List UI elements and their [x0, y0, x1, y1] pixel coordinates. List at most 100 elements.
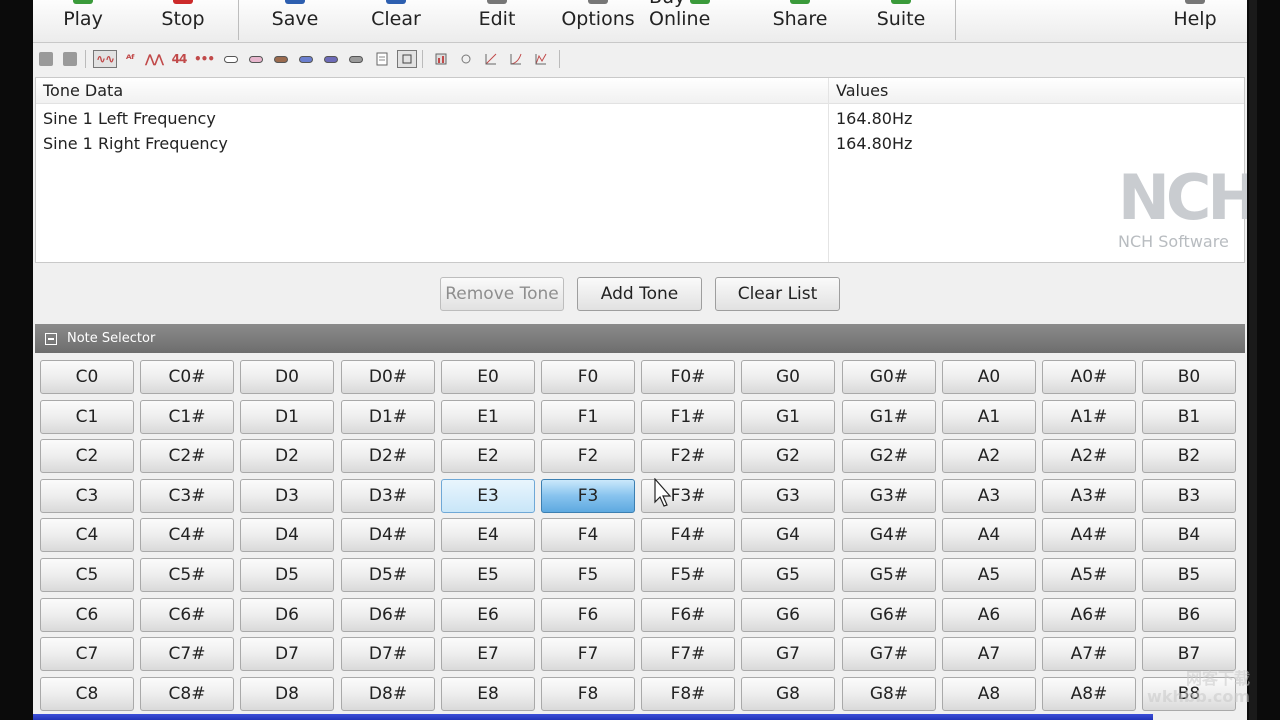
note-button[interactable]: D7: [240, 637, 334, 671]
white-noise-icon[interactable]: [221, 50, 241, 68]
note-button[interactable]: F2: [541, 439, 635, 473]
frame-icon[interactable]: [397, 50, 417, 68]
note-button[interactable]: C8: [40, 677, 134, 711]
note-button[interactable]: D8: [240, 677, 334, 711]
note-button[interactable]: B2: [1142, 439, 1236, 473]
save-button[interactable]: Save: [245, 0, 345, 42]
note-button[interactable]: C3: [40, 479, 134, 513]
note-button[interactable]: D6#: [341, 598, 435, 632]
note-button[interactable]: A4: [942, 518, 1036, 552]
note-button[interactable]: A1#: [1042, 400, 1136, 434]
note-button[interactable]: C4: [40, 518, 134, 552]
grey-noise-icon[interactable]: [346, 50, 366, 68]
note-button[interactable]: F4#: [641, 518, 735, 552]
note-button[interactable]: C0#: [140, 360, 234, 394]
note-button[interactable]: E6: [441, 598, 535, 632]
edit-button[interactable]: Edit: [447, 0, 547, 42]
note-button[interactable]: A0: [942, 360, 1036, 394]
square-wave-icon[interactable]: 44: [169, 50, 189, 68]
note-button[interactable]: D3#: [341, 479, 435, 513]
note-button[interactable]: F7#: [641, 637, 735, 671]
tone-data-header[interactable]: Tone Data: [36, 78, 828, 104]
tone-row-label[interactable]: Sine 1 Right Frequency: [36, 131, 828, 156]
chart-icon[interactable]: [431, 50, 451, 68]
note-button[interactable]: A3: [942, 479, 1036, 513]
note-button[interactable]: B5: [1142, 558, 1236, 592]
note-button[interactable]: A6#: [1042, 598, 1136, 632]
note-button[interactable]: G5#: [842, 558, 936, 592]
note-button[interactable]: D5#: [341, 558, 435, 592]
note-button[interactable]: G1#: [842, 400, 936, 434]
note-button[interactable]: G8: [741, 677, 835, 711]
tone-row-value[interactable]: 164.80Hz: [829, 131, 1244, 156]
note-button[interactable]: F1: [541, 400, 635, 434]
brown-noise-icon[interactable]: [271, 50, 291, 68]
pulse-wave-icon[interactable]: •••: [194, 50, 215, 68]
note-button[interactable]: D5: [240, 558, 334, 592]
note-button[interactable]: C6#: [140, 598, 234, 632]
note-button[interactable]: A5: [942, 558, 1036, 592]
document-icon[interactable]: [372, 50, 392, 68]
stop-button[interactable]: Stop: [133, 0, 233, 42]
note-button[interactable]: E0: [441, 360, 535, 394]
note-button[interactable]: A7: [942, 637, 1036, 671]
note-button[interactable]: D6: [240, 598, 334, 632]
suite-button[interactable]: Suite: [851, 0, 951, 42]
tone-row-value[interactable]: 164.80Hz: [829, 106, 1244, 131]
note-button[interactable]: C7#: [140, 637, 234, 671]
note-button[interactable]: B7: [1142, 637, 1236, 671]
violet-noise-icon[interactable]: [321, 50, 341, 68]
note-button[interactable]: D2#: [341, 439, 435, 473]
blue-noise-icon[interactable]: [296, 50, 316, 68]
note-button[interactable]: C1#: [140, 400, 234, 434]
note-button[interactable]: F5#: [641, 558, 735, 592]
triangle-wave-icon[interactable]: ⋀⋀: [144, 50, 164, 68]
note-button[interactable]: D4: [240, 518, 334, 552]
note-button[interactable]: A3#: [1042, 479, 1136, 513]
envelope-icon[interactable]: [531, 50, 551, 68]
note-button[interactable]: D4#: [341, 518, 435, 552]
note-button[interactable]: E1: [441, 400, 535, 434]
note-button[interactable]: A7#: [1042, 637, 1136, 671]
pink-noise-icon[interactable]: [246, 50, 266, 68]
note-button[interactable]: C0: [40, 360, 134, 394]
note-button[interactable]: D2: [240, 439, 334, 473]
note-button[interactable]: D0: [240, 360, 334, 394]
clear-button[interactable]: Clear: [346, 0, 446, 42]
note-button[interactable]: B3: [1142, 479, 1236, 513]
note-button[interactable]: B6: [1142, 598, 1236, 632]
note-button[interactable]: F7: [541, 637, 635, 671]
note-button[interactable]: F3: [541, 479, 635, 513]
help-button[interactable]: Help: [1145, 0, 1245, 42]
add-tone-button[interactable]: Add Tone: [577, 277, 702, 311]
note-button[interactable]: D8#: [341, 677, 435, 711]
buy-online-button[interactable]: Buy Online: [649, 0, 751, 42]
ramp-up-icon[interactable]: [481, 50, 501, 68]
note-button[interactable]: C2: [40, 439, 134, 473]
note-button[interactable]: E7: [441, 637, 535, 671]
note-button[interactable]: D1#: [341, 400, 435, 434]
note-button[interactable]: F4: [541, 518, 635, 552]
note-button[interactable]: F5: [541, 558, 635, 592]
note-button[interactable]: C8#: [140, 677, 234, 711]
share-button[interactable]: Share: [750, 0, 850, 42]
note-button[interactable]: G3: [741, 479, 835, 513]
note-button[interactable]: C1: [40, 400, 134, 434]
note-button[interactable]: F8: [541, 677, 635, 711]
note-button[interactable]: G7#: [842, 637, 936, 671]
note-button[interactable]: E4: [441, 518, 535, 552]
note-button[interactable]: D3: [240, 479, 334, 513]
note-button[interactable]: F6: [541, 598, 635, 632]
note-button[interactable]: A5#: [1042, 558, 1136, 592]
note-button[interactable]: F6#: [641, 598, 735, 632]
loop-icon[interactable]: [456, 50, 476, 68]
note-button[interactable]: F0#: [641, 360, 735, 394]
note-button[interactable]: A4#: [1042, 518, 1136, 552]
note-button[interactable]: G3#: [842, 479, 936, 513]
note-button[interactable]: G0: [741, 360, 835, 394]
note-button[interactable]: E2: [441, 439, 535, 473]
note-button[interactable]: A6: [942, 598, 1036, 632]
note-button[interactable]: G2#: [842, 439, 936, 473]
note-button[interactable]: G0#: [842, 360, 936, 394]
note-button[interactable]: A8#: [1042, 677, 1136, 711]
